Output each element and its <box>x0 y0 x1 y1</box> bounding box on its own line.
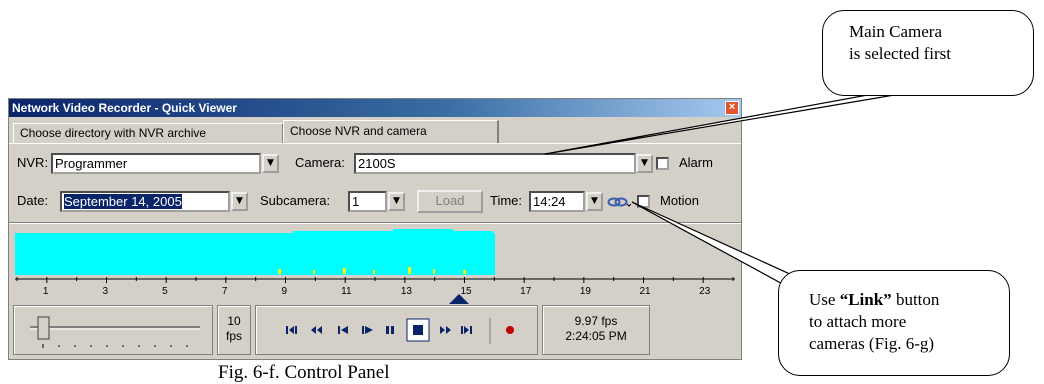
link-callout: Use “Link” button to attach more cameras… <box>778 270 1010 376</box>
link-callout-line3: cameras (Fig. 6-g) <box>809 334 935 353</box>
main-camera-pointer <box>544 91 913 155</box>
main-callout-line2: is selected first <box>849 44 951 63</box>
main-camera-callout: Main Camera is selected first <box>822 10 1034 96</box>
link-callout-line1: Use “Link” button <box>809 289 1009 311</box>
link-callout-line2: to attach more <box>809 312 907 331</box>
link-callout-rest: button <box>891 290 940 309</box>
link-callout-use: Use <box>809 290 840 309</box>
main-callout-line1: Main Camera <box>849 22 942 41</box>
link-callout-bold: “Link” <box>839 290 892 309</box>
